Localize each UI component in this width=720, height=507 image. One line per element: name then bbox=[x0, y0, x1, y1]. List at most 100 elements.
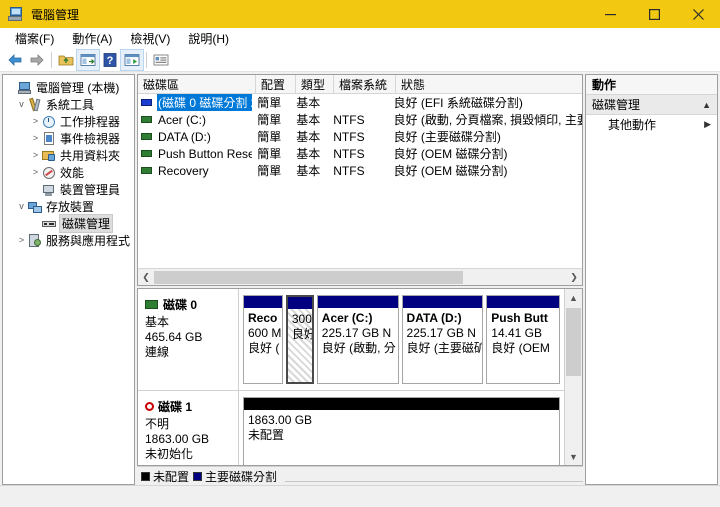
table-row[interactable]: Recovery 簡單 基本 NTFS 良好 (OEM 磁碟分割) bbox=[138, 162, 582, 179]
volume-color-bar bbox=[141, 150, 152, 157]
actions-group-disk-management[interactable]: 磁碟管理 ▲ bbox=[586, 95, 717, 115]
tree-item-disk-management[interactable]: 磁碟管理 bbox=[3, 214, 134, 233]
scroll-track[interactable] bbox=[154, 269, 566, 285]
menu-view[interactable]: 檢視(V) bbox=[121, 28, 179, 49]
cell-volume: Push Button Reset bbox=[138, 147, 252, 161]
cell-status: 良好 (主要磁碟分割) bbox=[393, 130, 501, 144]
tree-item-label: 系統工具 bbox=[46, 98, 95, 112]
cell-type: 基本 bbox=[296, 113, 321, 127]
tree-item-label: 服務與應用程式 bbox=[46, 234, 131, 248]
chevron-right-icon[interactable]: > bbox=[29, 113, 42, 130]
forward-button[interactable] bbox=[26, 50, 48, 70]
console-tree-button[interactable] bbox=[76, 49, 100, 71]
tree-item-label: 事件檢視器 bbox=[60, 132, 121, 146]
tree-item-services-and-applications[interactable]: > 服務與應用程式 bbox=[3, 232, 134, 249]
window-controls bbox=[588, 0, 720, 28]
scroll-right-icon[interactable]: ❯ bbox=[566, 270, 582, 285]
tree-item-event-viewer[interactable]: > 事件檢視器 bbox=[3, 130, 134, 147]
partition-efi[interactable]: 300 良好 bbox=[285, 295, 314, 384]
partition-unallocated[interactable]: 1863.00 GB 未配置 bbox=[243, 397, 560, 465]
services-icon bbox=[28, 233, 43, 248]
disk-title-1: 磁碟 1 bbox=[145, 398, 238, 415]
partition-header-bar bbox=[487, 296, 560, 308]
disk-info-1[interactable]: 磁碟 1 不明 1863.00 GB 未初始化 bbox=[138, 391, 239, 465]
scroll-up-icon[interactable]: ▲ bbox=[565, 289, 582, 306]
chevron-right-icon[interactable]: > bbox=[29, 130, 42, 147]
storage-icon bbox=[28, 200, 43, 214]
table-row[interactable]: Acer (C:) 簡單 基本 NTFS 良好 (啟動, 分頁檔案, 損毀傾印,… bbox=[138, 111, 582, 128]
status-bar bbox=[0, 485, 720, 507]
column-header-volume[interactable]: 磁碟區 bbox=[138, 75, 256, 93]
scroll-down-icon[interactable]: ▼ bbox=[565, 448, 582, 465]
cell-status: 良好 (OEM 磁碟分割) bbox=[393, 147, 508, 161]
column-header-filesystem[interactable]: 檔案系統 bbox=[334, 75, 396, 93]
console-tree: 電腦管理 (本機) v 系統工具 > 工作排程器 > 事件檢視器 > 共用資料夾… bbox=[3, 75, 134, 249]
menu-file[interactable]: 檔案(F) bbox=[6, 28, 63, 49]
volume-color-bar bbox=[141, 116, 152, 123]
chevron-up-icon[interactable]: ▲ bbox=[702, 100, 711, 110]
scroll-left-icon[interactable]: ❮ bbox=[138, 270, 154, 285]
column-header-type[interactable]: 類型 bbox=[296, 75, 334, 93]
shared-folder-icon bbox=[42, 149, 57, 163]
chevron-down-icon[interactable]: v bbox=[15, 96, 28, 113]
menu-action[interactable]: 動作(A) bbox=[63, 28, 121, 49]
title-bar: 電腦管理 bbox=[0, 0, 720, 28]
partition-recovery[interactable]: Reco 600 M 良好 ( bbox=[243, 295, 283, 384]
partition-body: Acer (C:) 225.17 GB N 良好 (啟動, 分 bbox=[321, 311, 396, 355]
tree-item-computer-management[interactable]: 電腦管理 (本機) bbox=[3, 79, 134, 96]
partition-acer-c[interactable]: Acer (C:) 225.17 GB N 良好 (啟動, 分 bbox=[316, 295, 399, 384]
cell-status: 良好 (啟動, 分頁檔案, 損毀傾印, 主要磁碟分割) bbox=[393, 113, 582, 127]
action-more-actions[interactable]: 其他動作 ▶ bbox=[586, 115, 717, 134]
disk-row-1: 磁碟 1 不明 1863.00 GB 未初始化 1863.00 GB 未配置 bbox=[138, 391, 564, 465]
legend-primary-partition: 主要磁碟分割 bbox=[193, 468, 277, 485]
center-pane: 磁碟區 配置 類型 檔案系統 狀態 (磁碟 0 磁碟分割 2) 簡單 基本 良好… bbox=[137, 74, 583, 485]
chevron-right-icon: ▶ bbox=[704, 119, 711, 129]
volume-list-horizontal-scrollbar[interactable]: ❮ ❯ bbox=[138, 268, 582, 285]
disk-info-0[interactable]: 磁碟 0 基本 465.64 GB 連線 bbox=[138, 289, 239, 390]
cell-type: 基本 bbox=[296, 96, 321, 110]
table-row[interactable]: DATA (D:) 簡單 基本 NTFS 良好 (主要磁碟分割) bbox=[138, 128, 582, 145]
back-button[interactable] bbox=[4, 50, 26, 70]
legend-filler bbox=[285, 471, 583, 482]
tree-item-performance[interactable]: > 效能 bbox=[3, 164, 134, 181]
chevron-right-icon[interactable]: > bbox=[15, 232, 28, 249]
table-row[interactable]: (磁碟 0 磁碟分割 2) 簡單 基本 良好 (EFI 系統磁碟分割) bbox=[138, 94, 582, 111]
scroll-track[interactable] bbox=[565, 306, 582, 448]
unallocated-header-bar bbox=[244, 398, 559, 410]
menu-help[interactable]: 說明(H) bbox=[179, 28, 238, 49]
legend-label: 主要磁碟分割 bbox=[205, 469, 278, 484]
tree-item-device-manager[interactable]: 裝置管理員 bbox=[3, 181, 134, 198]
tree-item-system-tools[interactable]: v 系統工具 bbox=[3, 96, 134, 113]
up-folder-button[interactable] bbox=[55, 50, 77, 70]
performance-icon bbox=[42, 166, 57, 180]
actions-group-label: 磁碟管理 bbox=[592, 98, 641, 112]
legend-swatch-unallocated bbox=[141, 471, 150, 481]
tree-item-label: 存放裝置 bbox=[46, 200, 95, 214]
toolbar: ? bbox=[0, 49, 720, 72]
column-header-layout[interactable]: 配置 bbox=[256, 75, 296, 93]
chevron-right-icon[interactable]: > bbox=[29, 147, 42, 164]
partition-push-button-reset[interactable]: Push Butt 14.41 GB 良好 (OEM bbox=[486, 295, 561, 384]
partition-body: DATA (D:) 225.17 GB N 良好 (主要磁矿 bbox=[406, 311, 483, 355]
cell-volume: DATA (D:) bbox=[138, 130, 252, 144]
scroll-thumb[interactable] bbox=[566, 308, 581, 377]
chevron-right-icon[interactable]: > bbox=[29, 164, 42, 181]
tree-item-task-scheduler[interactable]: > 工作排程器 bbox=[3, 113, 134, 130]
disk-legend: 未配置 主要磁碟分割 bbox=[137, 466, 583, 485]
close-button[interactable] bbox=[676, 0, 720, 28]
maximize-button[interactable] bbox=[632, 0, 676, 28]
partition-data-d[interactable]: DATA (D:) 225.17 GB N 良好 (主要磁矿 bbox=[401, 295, 484, 384]
tree-item-shared-folders[interactable]: > 共用資料夾 bbox=[3, 147, 134, 164]
chevron-down-icon[interactable]: v bbox=[15, 198, 28, 215]
disk-view-vertical-scrollbar[interactable]: ▲ ▼ bbox=[564, 289, 582, 465]
cell-status: 良好 (OEM 磁碟分割) bbox=[393, 164, 508, 178]
help-button[interactable]: ? bbox=[99, 50, 121, 70]
cell-type: 基本 bbox=[296, 147, 321, 161]
refresh-button[interactable] bbox=[120, 49, 144, 71]
scroll-thumb[interactable] bbox=[154, 270, 463, 284]
properties-button[interactable] bbox=[150, 50, 172, 70]
tree-item-storage[interactable]: v 存放裝置 bbox=[3, 198, 134, 215]
column-header-status[interactable]: 狀態 bbox=[396, 75, 576, 93]
table-row[interactable]: Push Button Reset 簡單 基本 NTFS 良好 (OEM 磁碟分… bbox=[138, 145, 582, 162]
minimize-button[interactable] bbox=[588, 0, 632, 28]
